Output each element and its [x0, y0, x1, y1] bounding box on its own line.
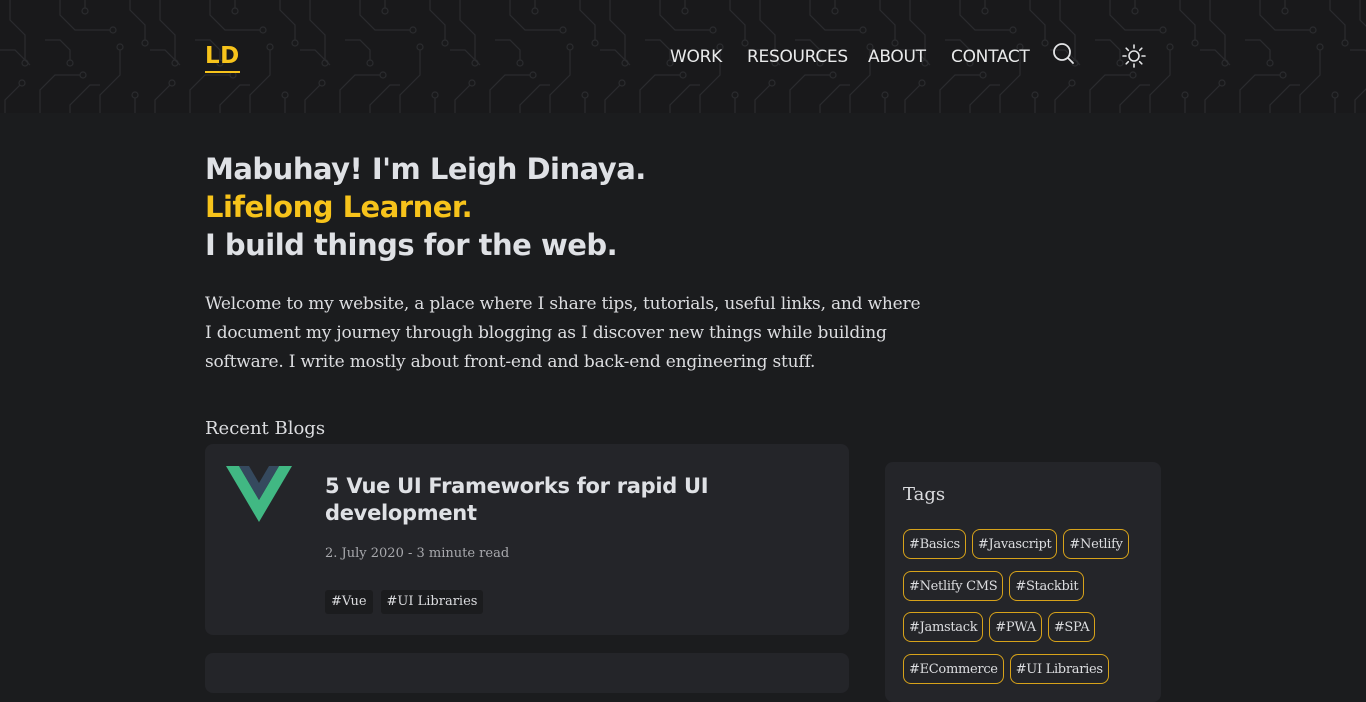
tags-heading: Tags: [903, 484, 946, 505]
site-header: LD WORK RESOURCES ABOUT CONTACT: [0, 0, 1366, 113]
blog-tag-vue[interactable]: #Vue: [325, 590, 373, 614]
sun-icon: [1122, 44, 1146, 68]
search-button[interactable]: [1051, 41, 1077, 67]
search-icon: [1053, 43, 1074, 64]
nav-link-work[interactable]: WORK: [670, 45, 722, 69]
tags-panel: Tags #Basics #Javascript #Netlify #Netli…: [885, 462, 1161, 702]
hero-greeting: Mabuhay! I'm Leigh Dinaya.: [205, 152, 646, 186]
blog-meta: 2. July 2020 - 3 minute read: [325, 546, 510, 561]
nav-link-about[interactable]: ABOUT: [868, 45, 926, 69]
tag-jamstack[interactable]: #Jamstack: [903, 612, 984, 642]
tag-basics[interactable]: #Basics: [903, 529, 966, 559]
hero-heading: Mabuhay! I'm Leigh Dinaya. Lifelong Lear…: [205, 150, 646, 264]
tag-ui-libraries[interactable]: #UI Libraries: [1009, 654, 1109, 684]
tag-spa[interactable]: #SPA: [1047, 612, 1096, 642]
hero-tagline: Lifelong Learner.: [205, 190, 473, 224]
blog-card[interactable]: [205, 653, 849, 693]
blog-tag-list: #Vue #UI Libraries: [325, 590, 484, 614]
tag-javascript[interactable]: #Javascript: [971, 529, 1058, 559]
intro-line: Welcome to my website, a place where I s…: [205, 294, 921, 314]
tag-pwa[interactable]: #PWA: [989, 612, 1042, 642]
tag-netlify[interactable]: #Netlify: [1063, 529, 1129, 559]
recent-blogs-heading: Recent Blogs: [205, 418, 326, 439]
tag-row: #Basics #Javascript #Netlify: [903, 529, 1129, 559]
intro-paragraph: Welcome to my website, a place where I s…: [205, 290, 925, 377]
blog-title[interactable]: 5 Vue UI Frameworks for rapid UI develop…: [325, 473, 725, 527]
blog-card[interactable]: 5 Vue UI Frameworks for rapid UI develop…: [205, 444, 849, 635]
vue-logo-icon: [226, 466, 292, 522]
tag-row: #Netlify CMS #Stackbit: [903, 571, 1085, 601]
tag-stackbit[interactable]: #Stackbit: [1009, 571, 1085, 601]
hero-subtitle: I build things for the web.: [205, 228, 618, 262]
main-nav: WORK RESOURCES ABOUT CONTACT: [0, 45, 1366, 69]
theme-toggle-button[interactable]: [1121, 43, 1147, 69]
intro-line: software. I write mostly about front-end…: [205, 352, 816, 372]
intro-line: I document my journey through blogging a…: [205, 323, 887, 343]
nav-link-resources[interactable]: RESOURCES: [747, 45, 848, 69]
tag-netlify-cms[interactable]: #Netlify CMS: [903, 571, 1004, 601]
tag-row: #ECommerce #UI Libraries: [903, 654, 1109, 684]
blog-tag-ui-libraries[interactable]: #UI Libraries: [380, 590, 484, 614]
tag-row: #Jamstack #PWA #SPA: [903, 612, 1096, 642]
nav-link-contact[interactable]: CONTACT: [951, 45, 1030, 69]
tag-ecommerce[interactable]: #ECommerce: [903, 654, 1004, 684]
